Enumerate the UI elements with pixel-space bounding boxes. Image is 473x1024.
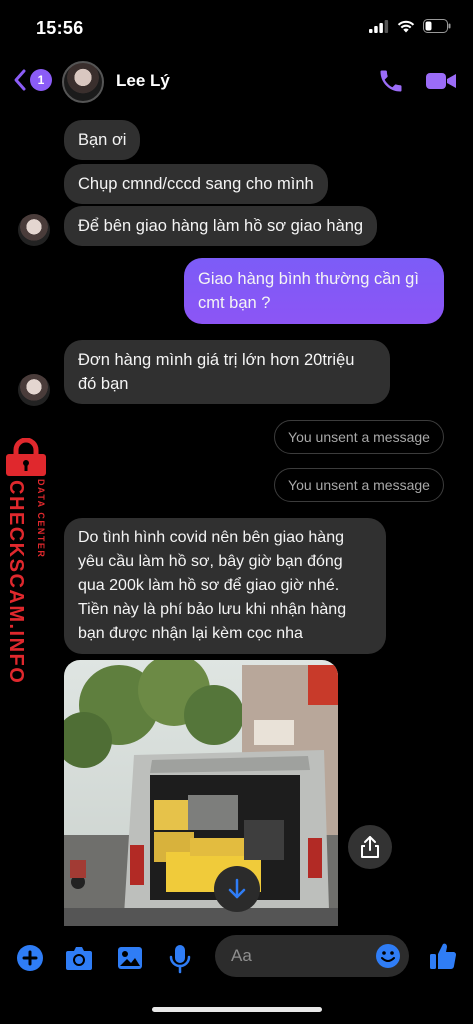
message-bubble-incoming[interactable]: Để bên giao hàng làm hồ sơ giao hàng: [64, 206, 378, 246]
signal-icon: [369, 19, 389, 33]
share-button[interactable]: [348, 825, 392, 869]
battery-icon: [423, 19, 451, 33]
wifi-icon: [397, 20, 415, 32]
delivery-van-photo: [64, 660, 338, 926]
sender-avatar[interactable]: [18, 214, 50, 246]
message-input[interactable]: [231, 935, 371, 977]
microphone-icon[interactable]: [168, 944, 192, 974]
phone-call-icon[interactable]: [377, 67, 405, 95]
status-icons: [369, 19, 451, 33]
video-call-icon[interactable]: [425, 69, 457, 93]
emoji-icon[interactable]: [375, 943, 401, 969]
message-input-container[interactable]: [215, 935, 409, 977]
thumbs-up-icon[interactable]: [428, 941, 458, 971]
scroll-to-bottom-button[interactable]: [214, 866, 260, 912]
message-bubble-incoming[interactable]: Do tình hình covid nên bên giao hàng yêu…: [64, 518, 386, 654]
unsent-message-notice: You unsent a message: [274, 420, 444, 454]
message-bubble-incoming[interactable]: Chụp cmnd/cccd sang cho mình: [64, 164, 328, 204]
photo-gallery-icon[interactable]: [116, 944, 144, 972]
share-icon: [361, 836, 379, 858]
call-actions: [377, 67, 457, 95]
message-bubble-incoming[interactable]: Đơn hàng mình giá trị lớn hơn 20triệu đó…: [64, 340, 390, 404]
unsent-message-notice: You unsent a message: [274, 468, 444, 502]
composer-bar: [0, 928, 473, 988]
back-button[interactable]: 1: [12, 68, 52, 92]
contact-avatar[interactable]: [62, 61, 104, 103]
status-time: 15:56: [36, 18, 84, 38]
home-indicator[interactable]: [152, 1007, 322, 1012]
sender-avatar[interactable]: [18, 374, 50, 406]
message-thread[interactable]: Bạn ơi Chụp cmnd/cccd sang cho mình Để b…: [0, 108, 473, 928]
photo-message[interactable]: [64, 660, 338, 926]
plus-circle-icon[interactable]: [16, 944, 44, 972]
status-bar: 15:56: [0, 0, 473, 56]
unread-count-badge: 1: [30, 69, 52, 91]
camera-icon[interactable]: [64, 944, 94, 972]
message-bubble-outgoing[interactable]: Giao hàng bình thường cần gì cmt bạn ?: [184, 258, 444, 324]
chevron-left-icon: [14, 69, 26, 91]
arrow-down-icon: [228, 878, 246, 899]
chat-header: 1 Lee Lý: [0, 56, 473, 108]
message-bubble-incoming[interactable]: Bạn ơi: [64, 120, 141, 160]
contact-name[interactable]: Lee Lý: [116, 71, 170, 91]
